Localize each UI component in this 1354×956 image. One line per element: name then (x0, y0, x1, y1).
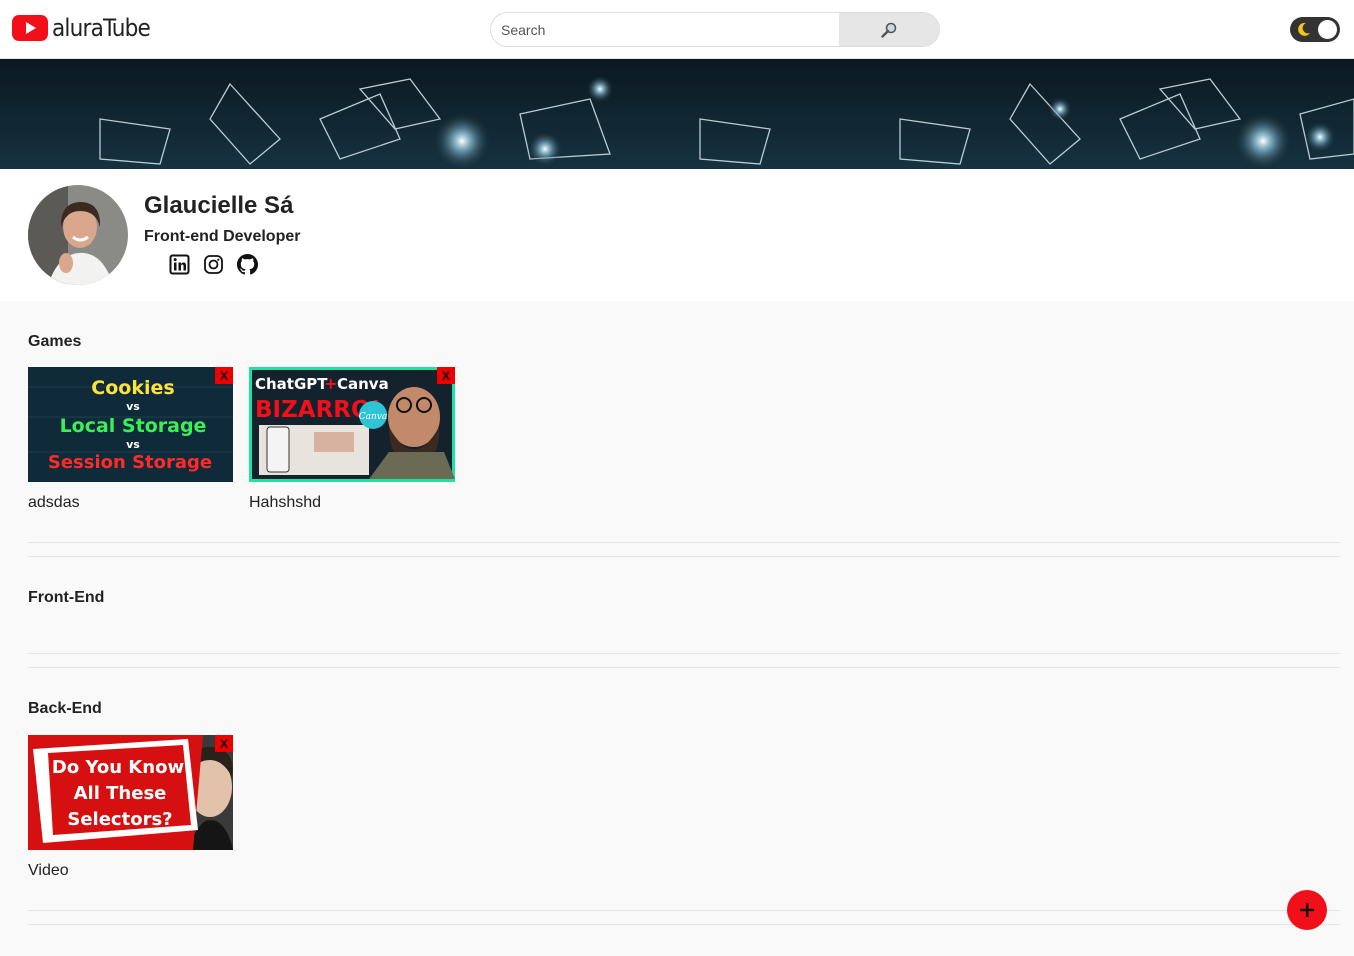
profile-name: Glaucielle Sá (144, 192, 294, 219)
thumb-text-canva-badge: Canva (359, 412, 388, 422)
add-video-button[interactable] (1287, 890, 1327, 930)
video-card[interactable]: Do You Know All These Selectors? X Video (28, 735, 234, 880)
section-divider (28, 653, 1340, 654)
section-divider (28, 924, 1340, 925)
profile-header: Glaucielle Sá Front-end Developer (0, 169, 1354, 301)
social-links (169, 254, 258, 275)
section-title-back-end: Back-End (28, 700, 102, 717)
logo-text: aluraTube (52, 14, 151, 42)
magnifier-icon (881, 22, 897, 38)
thumb-text-session-storage: Session Storage (48, 452, 212, 473)
video-title[interactable]: adsdas (28, 494, 234, 512)
thumb-text-vs-1: vs (126, 400, 140, 413)
thumb-text-canva: Canva (337, 375, 389, 393)
video-thumbnail[interactable]: Cookies vs Local Storage vs Session Stor… (28, 367, 233, 482)
profile-job-title: Front-end Developer (144, 228, 301, 245)
github-icon[interactable] (237, 254, 258, 275)
section-title-front-end: Front-End (28, 589, 105, 606)
logo[interactable]: aluraTube (12, 14, 151, 42)
video-thumbnail[interactable]: ChatGPT + Canva BIZARRO! Canva X (249, 367, 455, 482)
section-divider (28, 910, 1340, 911)
linkedin-icon[interactable] (169, 254, 190, 275)
thumb-text-cookies: Cookies (91, 377, 174, 399)
moon-icon (1298, 22, 1310, 36)
thumb-text-selectors: Selectors? (67, 809, 172, 830)
video-title[interactable]: Video (28, 862, 234, 880)
section-title-games: Games (28, 333, 82, 350)
thumb-text-local-storage: Local Storage (60, 415, 207, 437)
avatar (28, 185, 128, 285)
instagram-icon[interactable] (203, 254, 224, 275)
plus-icon (1300, 903, 1314, 917)
thumb-text-vs-2: vs (126, 438, 140, 451)
video-card[interactable]: ChatGPT + Canva BIZARRO! Canva X Hahshsh… (249, 367, 455, 512)
theme-toggle[interactable] (1290, 17, 1340, 42)
thumb-text-do-you-know: Do You Know (52, 757, 184, 778)
thumb-text-all-these: All These (74, 783, 167, 804)
video-thumbnail[interactable]: Do You Know All These Selectors? X (28, 735, 233, 850)
section-divider (28, 556, 1340, 557)
delete-video-button[interactable]: X (215, 735, 233, 752)
video-title[interactable]: Hahshshd (249, 494, 455, 512)
top-bar: aluraTube (0, 0, 1354, 59)
profile-banner (0, 59, 1354, 169)
search-input[interactable] (491, 13, 839, 46)
search-bar (490, 12, 940, 47)
section-divider (28, 542, 1340, 543)
delete-video-button[interactable]: X (215, 367, 233, 384)
youtube-logo-icon (12, 15, 48, 41)
section-divider (28, 667, 1340, 668)
delete-video-button[interactable]: X (437, 367, 455, 384)
toggle-knob (1318, 20, 1337, 39)
video-card[interactable]: Cookies vs Local Storage vs Session Stor… (28, 367, 234, 512)
thumb-text-chatgpt: ChatGPT (255, 375, 328, 393)
search-button[interactable] (839, 13, 939, 46)
thumb-plus-icon: + (324, 374, 337, 393)
